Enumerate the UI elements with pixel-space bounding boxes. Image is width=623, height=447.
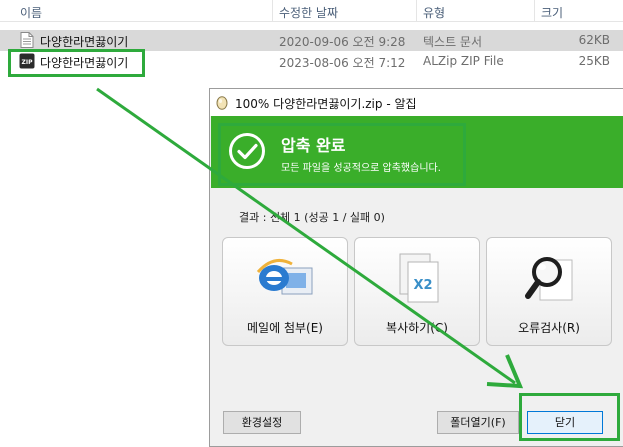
email-attach-icon <box>256 258 313 295</box>
file-type: ALZip ZIP File <box>423 54 504 68</box>
column-type[interactable]: 유형 <box>423 4 445 21</box>
banner-subtitle: 모든 파일을 성공적으로 압축했습니다. <box>281 163 441 174</box>
column-divider[interactable] <box>416 0 417 22</box>
error-check-label: 오류검사(R) <box>518 321 580 335</box>
error-check-icon <box>525 257 573 301</box>
result-summary: 결과 : 전체 1 (성공 1 / 실패 0) <box>239 211 385 224</box>
email-attach-button[interactable]: 메일에 첨부(E) <box>222 237 348 346</box>
completion-banner: 압축 완료 모든 파일을 성공적으로 압축했습니다. <box>211 116 623 188</box>
dialog-titlebar[interactable]: 100% 다양한라면끓이기.zip - 알집 <box>210 89 623 116</box>
column-header: ^ 이름 수정한 날짜 유형 크기 <box>0 0 623 22</box>
check-circle-icon <box>229 133 265 169</box>
alzip-app-icon <box>216 96 228 110</box>
sort-chevron-icon: ^ <box>140 0 148 7</box>
column-date[interactable]: 수정한 날짜 <box>279 4 338 21</box>
file-row[interactable]: 다양한라면끓이기 2020-09-06 오전 9:28 텍스트 문서 62KB <box>0 30 623 51</box>
zip-file-icon: ZIP <box>19 53 35 69</box>
copy-button[interactable]: X2 복사하기(C) <box>354 237 480 346</box>
text-file-icon <box>20 32 34 48</box>
column-divider[interactable] <box>534 0 535 22</box>
file-row[interactable]: ZIP 다양한라면끓이기 2023-08-06 오전 7:12 ALZip ZI… <box>0 51 623 72</box>
column-name[interactable]: 이름 <box>20 4 42 21</box>
column-divider[interactable] <box>272 0 273 22</box>
alzip-dialog: 100% 다양한라면끓이기.zip - 알집 압축 완료 모든 파일을 성공적으… <box>209 88 623 447</box>
dialog-title: 100% 다양한라면끓이기.zip - 알집 <box>235 97 417 111</box>
file-type: 텍스트 문서 <box>423 35 483 49</box>
copy-icon-text: X2 <box>413 278 432 293</box>
zip-icon-text: ZIP <box>22 59 34 66</box>
file-size: 25KB <box>578 54 610 68</box>
file-size: 62KB <box>578 33 610 47</box>
email-attach-label: 메일에 첨부(E) <box>247 321 323 335</box>
file-name: 다양한라면끓이기 <box>40 56 129 70</box>
settings-button[interactable]: 환경설정 <box>223 411 301 434</box>
copy-label: 복사하기(C) <box>386 321 448 335</box>
error-check-button[interactable]: 오류검사(R) <box>486 237 612 346</box>
file-date: 2023-08-06 오전 7:12 <box>279 56 406 70</box>
open-folder-button[interactable]: 폴더열기(F) <box>437 411 519 434</box>
close-button[interactable]: 닫기 <box>527 411 603 434</box>
copy-x2-icon: X2 <box>399 253 439 303</box>
file-name: 다양한라면끓이기 <box>40 35 129 49</box>
column-size[interactable]: 크기 <box>541 4 563 21</box>
banner-title: 압축 완료 <box>281 136 346 155</box>
file-date: 2020-09-06 오전 9:28 <box>279 35 406 49</box>
